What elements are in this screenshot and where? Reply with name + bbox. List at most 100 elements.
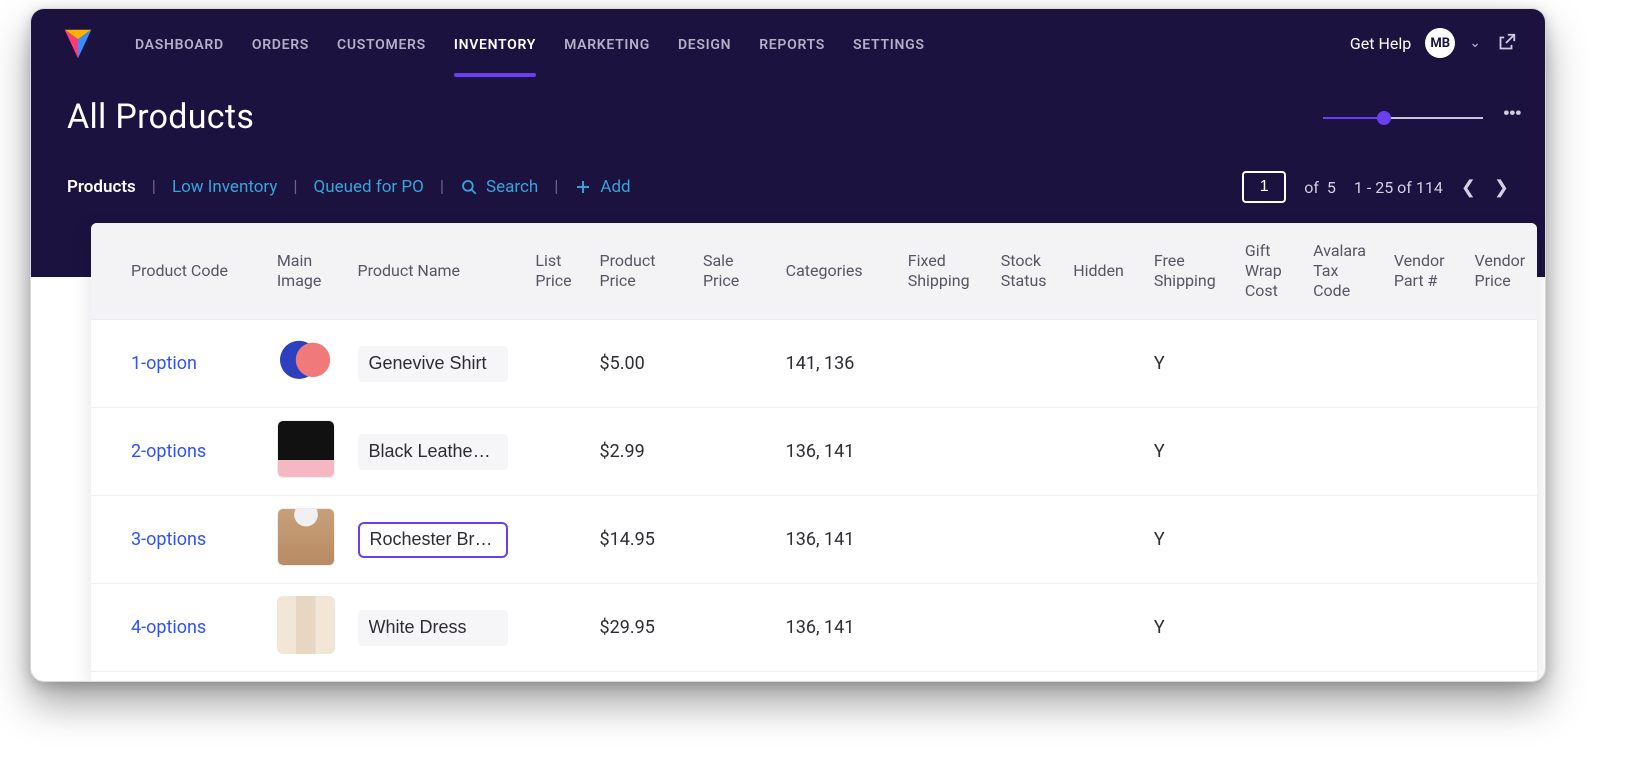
fixed-shipping-cell[interactable] <box>898 584 991 672</box>
col-header[interactable]: Product Price <box>590 223 693 320</box>
col-header[interactable]: Vendor Part # <box>1384 223 1465 320</box>
zoom-slider[interactable] <box>1323 117 1483 119</box>
vendor-part-cell[interactable] <box>1384 496 1465 584</box>
more-menu-icon[interactable]: ••• <box>1501 109 1519 118</box>
page-prev-icon[interactable]: ❮ <box>1461 177 1476 198</box>
hidden-cell[interactable] <box>1063 496 1144 584</box>
col-header[interactable]: Vendor Price <box>1464 223 1537 320</box>
hidden-cell[interactable] <box>1063 584 1144 672</box>
nav-marketing[interactable]: MARKETING <box>564 15 650 71</box>
gift-wrap-cell[interactable] <box>1235 672 1303 682</box>
col-header[interactable]: List Price <box>525 223 589 320</box>
vendor-part-cell[interactable] <box>1384 672 1465 682</box>
hidden-cell[interactable] <box>1063 320 1144 408</box>
col-header[interactable]: Stock Status <box>991 223 1063 320</box>
nav-orders[interactable]: ORDERS <box>252 15 309 71</box>
product-name-input[interactable] <box>358 610 508 646</box>
page-input[interactable] <box>1242 171 1286 203</box>
product-thumbnail[interactable] <box>277 332 335 390</box>
app-logo[interactable] <box>59 24 97 62</box>
free-shipping-cell[interactable]: Y <box>1144 672 1235 682</box>
gift-wrap-cell[interactable] <box>1235 584 1303 672</box>
product-thumbnail[interactable] <box>277 420 335 478</box>
avalara-cell[interactable] <box>1303 672 1384 682</box>
col-header[interactable]: Gift Wrap Cost <box>1235 223 1303 320</box>
col-header[interactable]: Hidden <box>1063 223 1144 320</box>
stock-status-cell[interactable] <box>991 320 1063 408</box>
col-header[interactable]: Free Shipping <box>1144 223 1235 320</box>
product-price-cell[interactable]: $14.95 <box>590 496 693 584</box>
avatar[interactable]: MB <box>1425 28 1455 58</box>
list-price-cell[interactable] <box>525 408 589 496</box>
nav-settings[interactable]: SETTINGS <box>853 15 925 71</box>
nav-dashboard[interactable]: DASHBOARD <box>135 15 224 71</box>
list-price-cell[interactable] <box>525 584 589 672</box>
vendor-part-cell[interactable] <box>1384 584 1465 672</box>
avalara-cell[interactable] <box>1303 584 1384 672</box>
vendor-price-cell[interactable] <box>1464 584 1537 672</box>
product-name-input[interactable] <box>358 522 508 558</box>
avalara-cell[interactable] <box>1303 320 1384 408</box>
product-code-link[interactable]: 1-option <box>131 353 197 374</box>
avatar-chevron-icon[interactable]: ⌄ <box>1469 35 1481 51</box>
col-header[interactable]: Categories <box>776 223 898 320</box>
col-header[interactable]: Main Image <box>267 223 348 320</box>
product-code-link[interactable]: 4-options <box>131 617 206 638</box>
gift-wrap-cell[interactable] <box>1235 496 1303 584</box>
hidden-cell[interactable] <box>1063 672 1144 682</box>
hidden-cell[interactable] <box>1063 408 1144 496</box>
vendor-price-cell[interactable] <box>1464 320 1537 408</box>
free-shipping-cell[interactable]: Y <box>1144 496 1235 584</box>
list-price-cell[interactable] <box>525 320 589 408</box>
fixed-shipping-cell[interactable] <box>898 672 991 682</box>
stock-status-cell[interactable] <box>991 672 1063 682</box>
vendor-price-cell[interactable] <box>1464 672 1537 682</box>
gift-wrap-cell[interactable] <box>1235 408 1303 496</box>
tab-products[interactable]: Products <box>67 177 136 197</box>
tab-queued-po[interactable]: Queued for PO <box>314 177 424 197</box>
product-price-cell[interactable]: $5.00 <box>590 320 693 408</box>
nav-inventory[interactable]: INVENTORY <box>454 15 536 71</box>
product-thumbnail[interactable] <box>277 508 335 566</box>
fixed-shipping-cell[interactable] <box>898 496 991 584</box>
sale-price-cell[interactable] <box>693 584 776 672</box>
col-header[interactable]: Product Name <box>348 223 526 320</box>
free-shipping-cell[interactable]: Y <box>1144 320 1235 408</box>
product-code-link[interactable]: 3-options <box>131 529 206 550</box>
free-shipping-cell[interactable]: Y <box>1144 584 1235 672</box>
categories-cell[interactable]: 136, 141 <box>776 496 898 584</box>
sale-price-cell[interactable] <box>693 320 776 408</box>
product-price-cell[interactable]: $29.95 <box>590 584 693 672</box>
vendor-price-cell[interactable] <box>1464 496 1537 584</box>
sale-price-cell[interactable] <box>693 408 776 496</box>
stock-status-cell[interactable] <box>991 496 1063 584</box>
categories-cell[interactable]: 136, 141 <box>776 408 898 496</box>
stock-status-cell[interactable] <box>991 584 1063 672</box>
categories-cell[interactable]: 136, 141 <box>776 672 898 682</box>
stock-status-cell[interactable] <box>991 408 1063 496</box>
col-header[interactable]: Product Code <box>91 223 267 320</box>
sale-price-cell[interactable] <box>693 672 776 682</box>
add-button[interactable]: Add <box>574 177 630 197</box>
gift-wrap-cell[interactable] <box>1235 320 1303 408</box>
product-thumbnail[interactable] <box>277 596 335 654</box>
sale-price-cell[interactable] <box>693 496 776 584</box>
get-help-link[interactable]: Get Help <box>1350 34 1411 53</box>
nav-reports[interactable]: REPORTS <box>759 15 825 71</box>
free-shipping-cell[interactable]: Y <box>1144 408 1235 496</box>
product-name-input[interactable] <box>358 434 508 470</box>
col-header[interactable]: Fixed Shipping <box>898 223 991 320</box>
nav-customers[interactable]: CUSTOMERS <box>337 15 426 71</box>
page-next-icon[interactable]: ❯ <box>1494 177 1509 198</box>
product-code-link[interactable]: 2-options <box>131 441 206 462</box>
list-price-cell[interactable] <box>525 672 589 682</box>
categories-cell[interactable]: 141, 136 <box>776 320 898 408</box>
search-button[interactable]: Search <box>460 177 538 197</box>
fixed-shipping-cell[interactable] <box>898 320 991 408</box>
avalara-cell[interactable] <box>1303 408 1384 496</box>
vendor-part-cell[interactable] <box>1384 408 1465 496</box>
fixed-shipping-cell[interactable] <box>898 408 991 496</box>
avalara-cell[interactable] <box>1303 496 1384 584</box>
vendor-part-cell[interactable] <box>1384 320 1465 408</box>
product-price-cell[interactable]: $2.99 <box>590 408 693 496</box>
